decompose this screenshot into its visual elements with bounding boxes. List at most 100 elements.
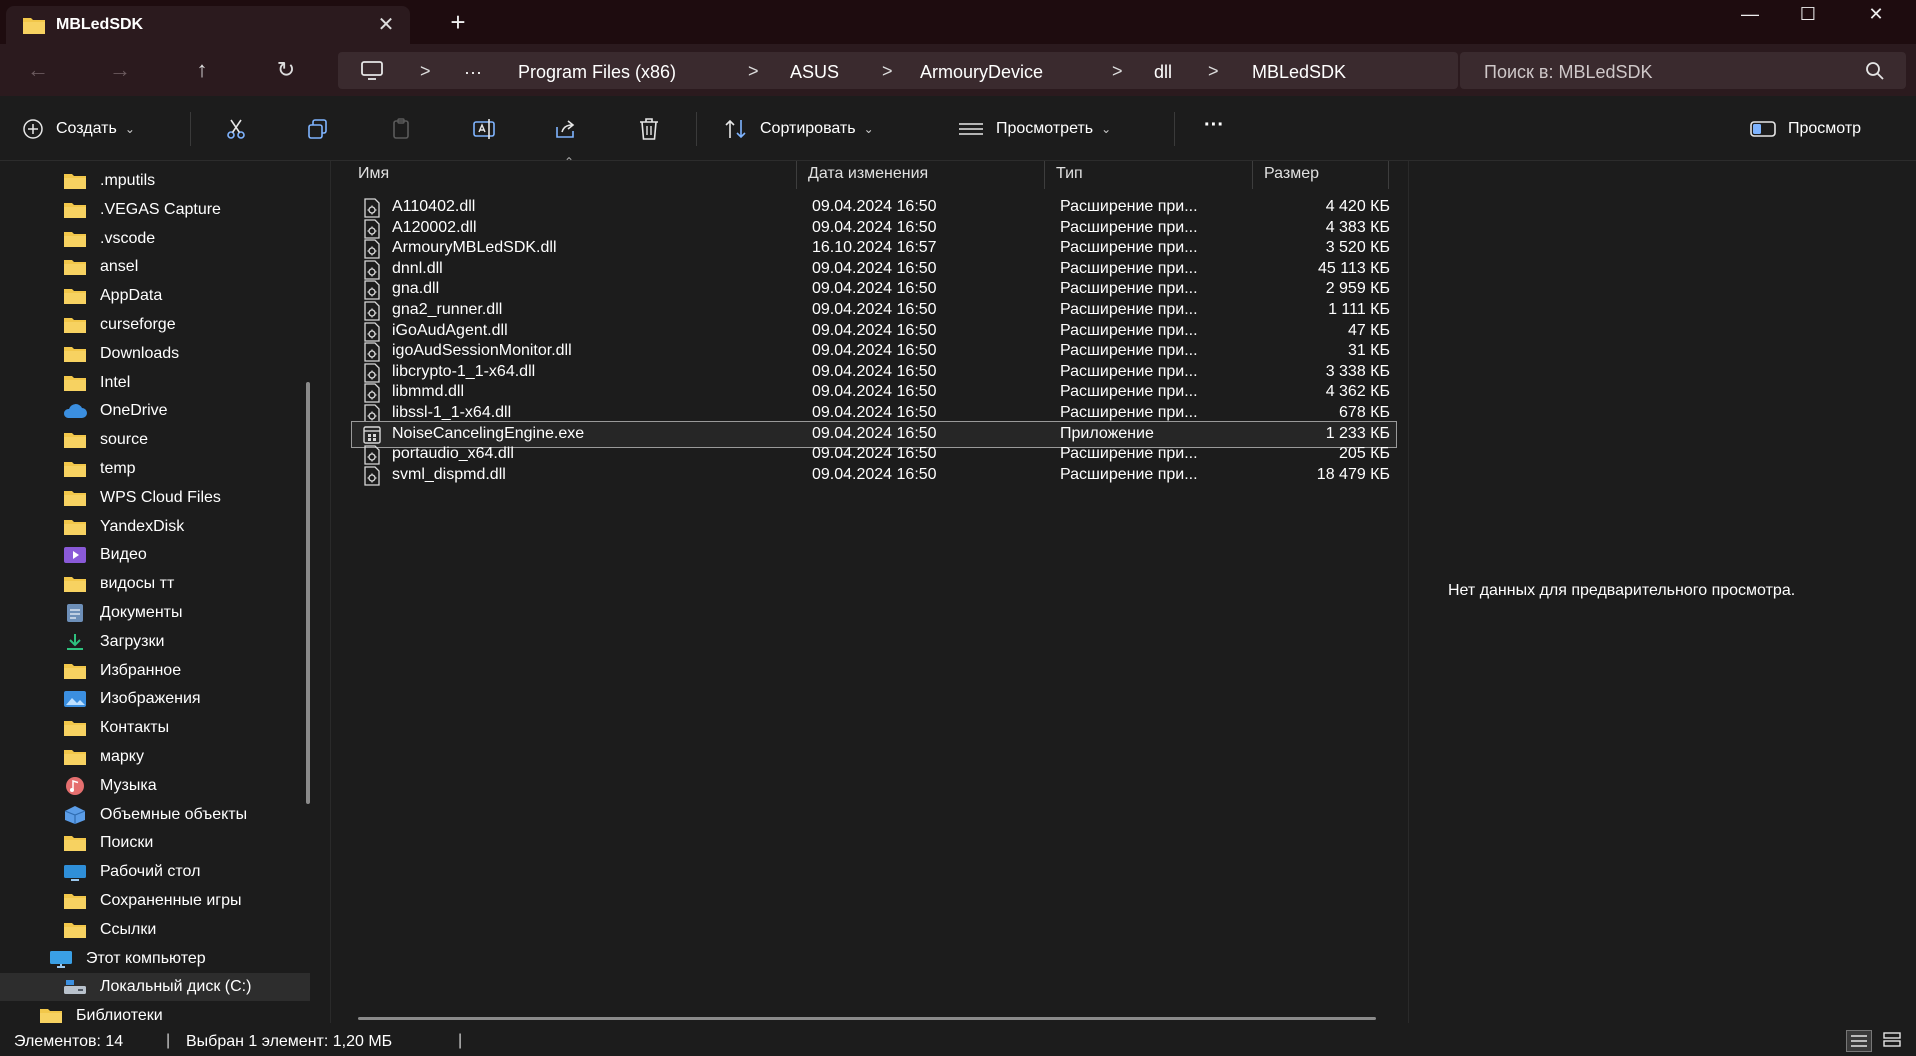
title-bar: MBLedSDK ✕ + — ☐ ✕ — [0, 0, 1916, 44]
sidebar-item-label: OneDrive — [100, 402, 168, 420]
sidebar-item[interactable]: Ссылки — [0, 916, 310, 944]
sidebar-item[interactable]: source — [0, 426, 310, 454]
sidebar-item[interactable]: Избранное — [0, 657, 310, 685]
sidebar-item[interactable]: temp — [0, 455, 310, 483]
breadcrumb-dll[interactable]: dll — [1154, 62, 1172, 83]
share-button[interactable] — [554, 116, 578, 142]
file-name: iGoAudAgent.dll — [392, 321, 508, 339]
download-icon — [62, 632, 88, 656]
sidebar-item[interactable]: AppData — [0, 282, 310, 310]
cut-button[interactable] — [224, 116, 248, 142]
dll-file-icon — [362, 466, 382, 491]
sidebar-item[interactable]: Downloads — [0, 340, 310, 368]
details-view-button[interactable] — [1846, 1030, 1872, 1052]
sidebar-item-label: Контакты — [100, 719, 170, 737]
new-tab-button[interactable]: + — [444, 8, 472, 36]
copy-button[interactable] — [306, 116, 330, 142]
sidebar-item[interactable]: .mputils — [0, 167, 310, 195]
column-divider[interactable] — [1388, 161, 1389, 189]
sidebar-item[interactable]: Сохраненные игры — [0, 887, 310, 915]
sidebar-item[interactable]: Изображения — [0, 685, 310, 713]
rename-button[interactable] — [472, 116, 498, 142]
close-tab-button[interactable]: ✕ — [372, 12, 400, 38]
file-name: svml_dispmd.dll — [392, 465, 506, 483]
share-icon — [556, 120, 575, 138]
sidebar-item[interactable]: ansel — [0, 253, 310, 281]
file-size: 205 КБ — [1339, 445, 1390, 463]
sidebar-item[interactable]: Библиотеки — [0, 1002, 310, 1023]
music-icon — [62, 776, 88, 800]
refresh-button[interactable]: ↻ — [268, 54, 304, 86]
sidebar-item[interactable]: Рабочий стол — [0, 858, 310, 886]
sidebar-item[interactable]: Музыка — [0, 772, 310, 800]
sidebar-item[interactable]: Поиски — [0, 829, 310, 857]
sidebar-scrollbar[interactable] — [306, 382, 310, 804]
delete-button[interactable] — [638, 116, 660, 142]
back-button[interactable]: ← — [20, 54, 56, 86]
file-size: 3 520 КБ — [1325, 239, 1390, 257]
file-size: 45 113 КБ — [1317, 259, 1390, 277]
create-button[interactable]: Создать ⌄ — [22, 116, 135, 142]
breadcrumb-more[interactable]: ··· — [464, 62, 482, 83]
maximize-button[interactable]: ☐ — [1778, 0, 1838, 30]
minimize-button[interactable]: — — [1720, 0, 1780, 30]
horizontal-scrollbar[interactable] — [358, 1017, 1376, 1020]
file-date: 09.04.2024 16:50 — [812, 301, 937, 318]
sidebar-item[interactable]: WPS Cloud Files — [0, 484, 310, 512]
sort-button[interactable]: Сортировать ⌄ — [724, 116, 874, 142]
search-input[interactable]: Поиск в: MBLedSDK — [1484, 62, 1653, 83]
sidebar-item-label: видосы тт — [100, 575, 175, 593]
preview-pane-button[interactable]: Просмотр — [1750, 116, 1861, 142]
sidebar-item[interactable]: YandexDisk — [0, 513, 310, 541]
sidebar-item-label: Объемные объекты — [100, 805, 248, 823]
view-button[interactable]: Просмотреть ⌄ — [958, 116, 1111, 142]
breadcrumb-mbledsdk[interactable]: MBLedSDK — [1252, 62, 1346, 83]
command-toolbar: Создать ⌄ Сортировать ⌄ Просмотреть ⌄ ··… — [0, 96, 1916, 161]
forward-button[interactable]: → — [102, 54, 138, 86]
column-header-size[interactable]: Размер — [1254, 161, 1394, 187]
sidebar-item[interactable]: Документы — [0, 599, 310, 627]
breadcrumb-asus[interactable]: ASUS — [790, 62, 839, 83]
navigation-pane[interactable]: .mputils .VEGAS Capture .vscode ansel AppDat… — [0, 161, 330, 1023]
column-divider[interactable] — [796, 161, 797, 189]
up-button[interactable]: ↑ — [184, 54, 220, 86]
column-header-type[interactable]: Тип — [1046, 161, 1246, 187]
sidebar-item[interactable]: .VEGAS Capture — [0, 196, 310, 224]
column-header-name[interactable]: Имя — [348, 161, 708, 187]
breadcrumb-program-files[interactable]: Program Files (x86) — [518, 62, 676, 83]
sidebar-item[interactable]: Загрузки — [0, 628, 310, 656]
sidebar-item[interactable]: Этот компьютер — [0, 945, 310, 973]
view-label: Просмотреть — [996, 120, 1094, 137]
close-window-button[interactable]: ✕ — [1846, 0, 1906, 30]
file-type: Расширение при... — [1060, 259, 1198, 277]
more-options-button[interactable]: ··· — [1204, 112, 1224, 138]
pane-divider — [1408, 161, 1409, 1023]
search-box[interactable]: Поиск в: MBLedSDK — [1460, 52, 1906, 89]
folder-icon — [62, 747, 88, 771]
sidebar-item[interactable]: марку — [0, 743, 310, 771]
sidebar-item[interactable]: .vscode — [0, 225, 310, 253]
sidebar-item[interactable]: Объемные объекты — [0, 801, 310, 829]
file-type: Расширение при... — [1060, 301, 1198, 318]
sidebar-item[interactable]: curseforge — [0, 311, 310, 339]
sidebar-item[interactable]: Контакты — [0, 714, 310, 742]
column-divider[interactable] — [1044, 161, 1045, 189]
sidebar-item[interactable]: Локальный диск (C:) — [0, 973, 310, 1002]
file-row[interactable]: svml_dispmd.dll 09.04.2024 16:50 Расширени… — [352, 463, 1396, 488]
sidebar-item[interactable]: Видео — [0, 541, 310, 569]
sidebar-item-label: Изображения — [100, 690, 201, 708]
column-divider[interactable] — [1252, 161, 1253, 189]
address-bar[interactable]: > ··· Program Files (x86) > ASUS > Armou… — [338, 52, 1458, 89]
column-header-date[interactable]: Дата изменения — [798, 161, 1038, 187]
breadcrumb-armourydevice[interactable]: ArmouryDevice — [920, 62, 1043, 83]
paste-button[interactable] — [390, 116, 414, 142]
tiles-view-button[interactable] — [1880, 1030, 1906, 1052]
sidebar-item[interactable]: Intel — [0, 369, 310, 397]
file-type: Расширение при... — [1060, 404, 1198, 421]
file-date: 09.04.2024 16:50 — [812, 342, 937, 360]
plus-circle-icon — [23, 119, 43, 139]
active-tab[interactable]: MBLedSDK ✕ — [6, 6, 410, 44]
sidebar-item[interactable]: OneDrive — [0, 397, 310, 425]
sidebar-item-label: марку — [100, 748, 144, 765]
sidebar-item[interactable]: видосы тт — [0, 570, 310, 598]
